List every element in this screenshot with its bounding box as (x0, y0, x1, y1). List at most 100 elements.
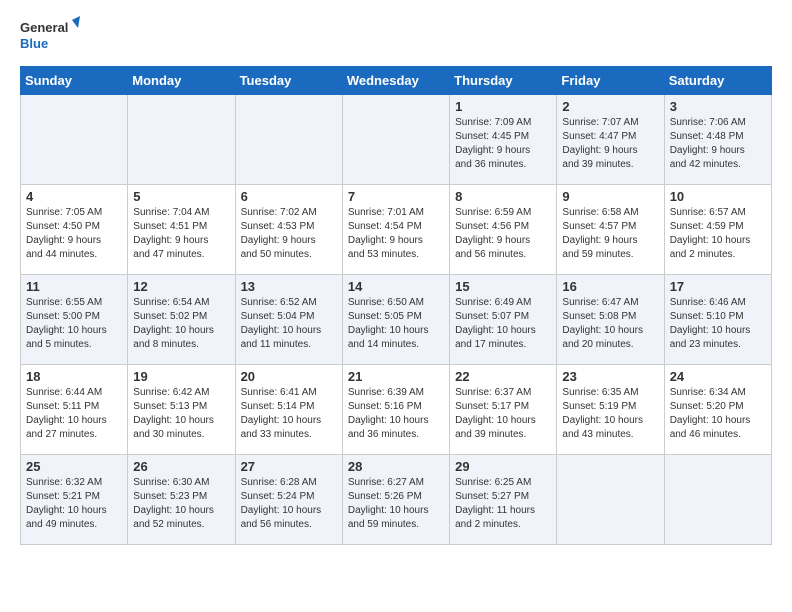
calendar-cell: 8Sunrise: 6:59 AM Sunset: 4:56 PM Daylig… (450, 185, 557, 275)
day-number: 24 (670, 369, 766, 384)
day-info: Sunrise: 7:09 AM Sunset: 4:45 PM Dayligh… (455, 116, 551, 172)
day-info: Sunrise: 7:07 AM Sunset: 4:47 PM Dayligh… (562, 116, 658, 172)
day-number: 26 (133, 459, 229, 474)
day-info: Sunrise: 6:44 AM Sunset: 5:11 PM Dayligh… (26, 386, 122, 442)
day-number: 21 (348, 369, 444, 384)
calendar-cell: 5Sunrise: 7:04 AM Sunset: 4:51 PM Daylig… (128, 185, 235, 275)
header-day-monday: Monday (128, 67, 235, 95)
week-row-5: 25Sunrise: 6:32 AM Sunset: 5:21 PM Dayli… (21, 455, 772, 545)
calendar-cell: 11 Sunrise: 6:55 AM Sunset: 5:00 PM Dayli… (21, 275, 128, 365)
calendar-cell: 23 Sunrise: 6:35 AM Sunset: 5:19 PM Dayli… (557, 365, 664, 455)
calendar-table: SundayMondayTuesdayWednesdayThursdayFrid… (20, 66, 772, 545)
day-number: 13 (241, 279, 337, 294)
logo: General Blue (20, 16, 80, 58)
day-number: 5 (133, 189, 229, 204)
page-header: General Blue (20, 16, 772, 58)
day-info: Sunrise: 6:49 AM Sunset: 5:07 PM Dayligh… (455, 296, 551, 352)
calendar-cell: 1 Sunrise: 7:09 AM Sunset: 4:45 PM Daylig… (450, 95, 557, 185)
day-number: 22 (455, 369, 551, 384)
day-info: Sunrise: 7:02 AM Sunset: 4:53 PM Dayligh… (241, 206, 337, 262)
day-number: 16 (562, 279, 658, 294)
day-info: Sunrise: 6:35 AM Sunset: 5:19 PM Dayligh… (562, 386, 658, 442)
day-info: Sunrise: 6:32 AM Sunset: 5:21 PM Dayligh… (26, 476, 122, 532)
day-info: Sunrise: 7:01 AM Sunset: 4:54 PM Dayligh… (348, 206, 444, 262)
calendar-cell: 16 Sunrise: 6:47 AM Sunset: 5:08 PM Dayli… (557, 275, 664, 365)
calendar-cell: 18Sunrise: 6:44 AM Sunset: 5:11 PM Dayli… (21, 365, 128, 455)
week-row-4: 18Sunrise: 6:44 AM Sunset: 5:11 PM Dayli… (21, 365, 772, 455)
calendar-cell: 13 Sunrise: 6:52 AM Sunset: 5:04 PM Dayli… (235, 275, 342, 365)
calendar-cell (557, 455, 664, 545)
calendar-cell: 7 Sunrise: 7:01 AM Sunset: 4:54 PM Daylig… (342, 185, 449, 275)
calendar-header: SundayMondayTuesdayWednesdayThursdayFrid… (21, 67, 772, 95)
calendar-cell: 14Sunrise: 6:50 AM Sunset: 5:05 PM Dayli… (342, 275, 449, 365)
calendar-cell (342, 95, 449, 185)
svg-text:General: General (20, 20, 68, 35)
calendar-cell (21, 95, 128, 185)
calendar-cell: 12 Sunrise: 6:54 AM Sunset: 5:02 PM Dayli… (128, 275, 235, 365)
header-day-saturday: Saturday (664, 67, 771, 95)
day-info: Sunrise: 6:25 AM Sunset: 5:27 PM Dayligh… (455, 476, 551, 532)
day-number: 9 (562, 189, 658, 204)
calendar-cell: 20 Sunrise: 6:41 AM Sunset: 5:14 PM Dayli… (235, 365, 342, 455)
day-number: 28 (348, 459, 444, 474)
day-info: Sunrise: 6:47 AM Sunset: 5:08 PM Dayligh… (562, 296, 658, 352)
week-row-2: 4 Sunrise: 7:05 AM Sunset: 4:50 PM Daylig… (21, 185, 772, 275)
header-day-sunday: Sunday (21, 67, 128, 95)
logo-svg: General Blue (20, 16, 80, 58)
header-row: SundayMondayTuesdayWednesdayThursdayFrid… (21, 67, 772, 95)
day-info: Sunrise: 6:42 AM Sunset: 5:13 PM Dayligh… (133, 386, 229, 442)
day-info: Sunrise: 6:39 AM Sunset: 5:16 PM Dayligh… (348, 386, 444, 442)
day-number: 7 (348, 189, 444, 204)
day-number: 27 (241, 459, 337, 474)
calendar-cell: 19 Sunrise: 6:42 AM Sunset: 5:13 PM Dayli… (128, 365, 235, 455)
calendar-cell: 27Sunrise: 6:28 AM Sunset: 5:24 PM Dayli… (235, 455, 342, 545)
svg-text:Blue: Blue (20, 36, 48, 51)
day-info: Sunrise: 6:30 AM Sunset: 5:23 PM Dayligh… (133, 476, 229, 532)
day-number: 14 (348, 279, 444, 294)
calendar-cell: 9 Sunrise: 6:58 AM Sunset: 4:57 PM Daylig… (557, 185, 664, 275)
day-number: 15 (455, 279, 551, 294)
calendar-cell (128, 95, 235, 185)
calendar-cell: 28Sunrise: 6:27 AM Sunset: 5:26 PM Dayli… (342, 455, 449, 545)
calendar-body: 1 Sunrise: 7:09 AM Sunset: 4:45 PM Daylig… (21, 95, 772, 545)
calendar-cell (235, 95, 342, 185)
day-number: 20 (241, 369, 337, 384)
calendar-cell: 24 Sunrise: 6:34 AM Sunset: 5:20 PM Dayli… (664, 365, 771, 455)
header-day-tuesday: Tuesday (235, 67, 342, 95)
day-info: Sunrise: 6:54 AM Sunset: 5:02 PM Dayligh… (133, 296, 229, 352)
calendar-cell: 29 Sunrise: 6:25 AM Sunset: 5:27 PM Dayli… (450, 455, 557, 545)
week-row-1: 1 Sunrise: 7:09 AM Sunset: 4:45 PM Daylig… (21, 95, 772, 185)
day-number: 11 (26, 279, 122, 294)
day-number: 2 (562, 99, 658, 114)
calendar-cell: 21 Sunrise: 6:39 AM Sunset: 5:16 PM Dayli… (342, 365, 449, 455)
calendar-cell: 3 Sunrise: 7:06 AM Sunset: 4:48 PM Daylig… (664, 95, 771, 185)
day-info: Sunrise: 6:52 AM Sunset: 5:04 PM Dayligh… (241, 296, 337, 352)
day-number: 23 (562, 369, 658, 384)
header-day-friday: Friday (557, 67, 664, 95)
day-info: Sunrise: 6:58 AM Sunset: 4:57 PM Dayligh… (562, 206, 658, 262)
day-number: 6 (241, 189, 337, 204)
day-number: 17 (670, 279, 766, 294)
day-number: 4 (26, 189, 122, 204)
calendar-cell: 17 Sunrise: 6:46 AM Sunset: 5:10 PM Dayli… (664, 275, 771, 365)
header-day-wednesday: Wednesday (342, 67, 449, 95)
calendar-cell: 10Sunrise: 6:57 AM Sunset: 4:59 PM Dayli… (664, 185, 771, 275)
day-number: 3 (670, 99, 766, 114)
day-number: 29 (455, 459, 551, 474)
day-info: Sunrise: 7:05 AM Sunset: 4:50 PM Dayligh… (26, 206, 122, 262)
calendar-cell: 26 Sunrise: 6:30 AM Sunset: 5:23 PM Dayli… (128, 455, 235, 545)
calendar-cell: 15 Sunrise: 6:49 AM Sunset: 5:07 PM Dayli… (450, 275, 557, 365)
day-number: 8 (455, 189, 551, 204)
day-number: 19 (133, 369, 229, 384)
week-row-3: 11 Sunrise: 6:55 AM Sunset: 5:00 PM Dayli… (21, 275, 772, 365)
day-number: 12 (133, 279, 229, 294)
calendar-cell: 6 Sunrise: 7:02 AM Sunset: 4:53 PM Daylig… (235, 185, 342, 275)
calendar-cell: 4 Sunrise: 7:05 AM Sunset: 4:50 PM Daylig… (21, 185, 128, 275)
day-info: Sunrise: 6:34 AM Sunset: 5:20 PM Dayligh… (670, 386, 766, 442)
day-info: Sunrise: 6:41 AM Sunset: 5:14 PM Dayligh… (241, 386, 337, 442)
calendar-cell: 2 Sunrise: 7:07 AM Sunset: 4:47 PM Daylig… (557, 95, 664, 185)
day-info: Sunrise: 6:46 AM Sunset: 5:10 PM Dayligh… (670, 296, 766, 352)
day-number: 1 (455, 99, 551, 114)
day-info: Sunrise: 7:06 AM Sunset: 4:48 PM Dayligh… (670, 116, 766, 172)
day-info: Sunrise: 6:55 AM Sunset: 5:00 PM Dayligh… (26, 296, 122, 352)
